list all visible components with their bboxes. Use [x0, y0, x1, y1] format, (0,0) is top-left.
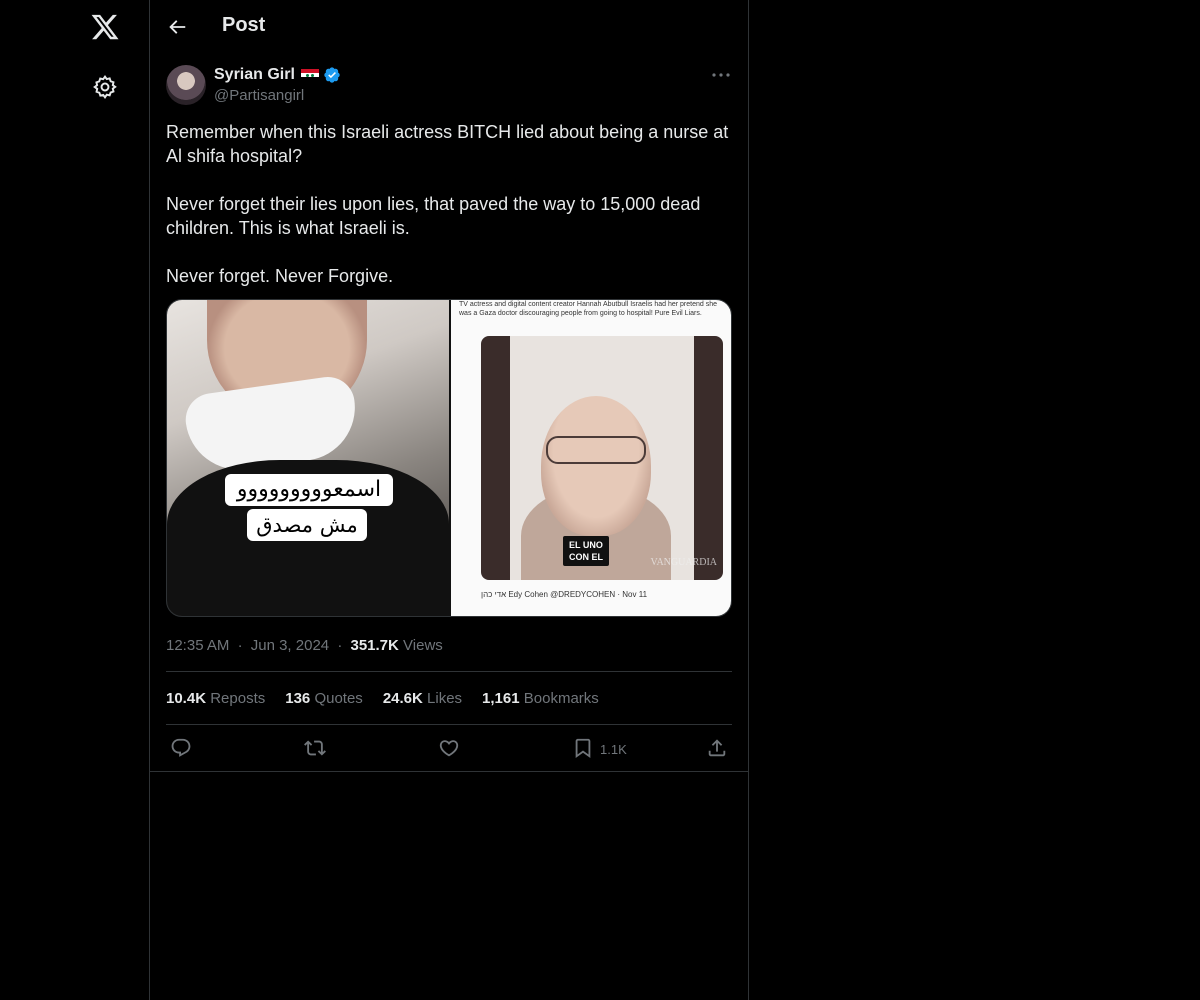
- x-logo-icon[interactable]: [90, 12, 120, 42]
- divider: [150, 771, 748, 772]
- reply-icon: [170, 737, 192, 762]
- main-column: Post Syrian Girl @Partisangirl Remember …: [149, 0, 749, 1000]
- bookmark-button[interactable]: 1.1K: [572, 736, 627, 762]
- quotes-label: Quotes: [314, 690, 363, 707]
- video-badge-line1: EL UNO: [569, 540, 603, 550]
- media-image-left[interactable]: اسمعووووووووو مش مصدق: [167, 300, 449, 616]
- share-icon: [706, 737, 728, 762]
- author-handle[interactable]: @Partisangirl: [214, 87, 341, 104]
- more-options-icon[interactable]: [710, 66, 732, 84]
- watermark: VANGUARDIA: [650, 557, 717, 568]
- likes-stat[interactable]: 24.6K Likes: [383, 690, 462, 707]
- meta-separator: ·: [337, 637, 343, 654]
- bookmarks-count: 1,161: [482, 690, 520, 707]
- avatar[interactable]: [166, 65, 206, 105]
- bookmark-icon: [572, 737, 594, 762]
- tweet-date[interactable]: Jun 3, 2024: [251, 637, 329, 654]
- divider: [166, 671, 732, 672]
- repost-icon: [304, 737, 326, 762]
- embedded-video: EL UNO CON EL VANGUARDIA: [481, 336, 723, 580]
- face-illustration: [541, 396, 651, 536]
- tweet-actions: 1.1K: [166, 736, 732, 762]
- tweet-text: Remember when this Israeli actress BITCH…: [166, 122, 729, 286]
- embedded-tweet-text: TV actress and digital content creator H…: [459, 301, 717, 317]
- tweet-media[interactable]: اسمعووووووووو مش مصدق TV actress and dig…: [166, 299, 732, 617]
- page-title: Post: [222, 14, 266, 36]
- reply-button[interactable]: [170, 736, 192, 762]
- arabic-caption-line1: اسمعووووووووو: [225, 474, 393, 506]
- reposts-stat[interactable]: 10.4K Reposts: [166, 690, 265, 707]
- views-label: Views: [403, 637, 443, 654]
- video-badge-line2: CON EL: [569, 552, 604, 562]
- like-button[interactable]: [438, 736, 460, 762]
- quotes-count: 136: [285, 690, 311, 707]
- glasses-illustration: [546, 436, 646, 464]
- arrow-left-icon[interactable]: [164, 14, 190, 40]
- page-header: Post: [150, 0, 748, 54]
- likes-label: Likes: [427, 690, 463, 707]
- bookmarks-stat[interactable]: 1,161 Bookmarks: [482, 690, 599, 707]
- left-navigation: [0, 0, 150, 1000]
- embedded-tweet-author: אדי כהן Edy Cohen @DREDYCOHEN · Nov 11: [481, 590, 648, 599]
- reposts-count: 10.4K: [166, 690, 207, 707]
- tweet-meta: 12:35 AM · Jun 3, 2024 · 351.7K Views: [166, 637, 443, 654]
- syria-flag-icon: [300, 69, 319, 81]
- share-button[interactable]: [706, 736, 728, 762]
- reposts-label: Reposts: [210, 690, 266, 707]
- views-count: 351.7K: [350, 637, 399, 654]
- heart-icon: [438, 737, 460, 762]
- author-block: Syrian Girl @Partisangirl: [214, 64, 341, 104]
- verified-badge-icon[interactable]: [323, 66, 341, 84]
- quotes-stat[interactable]: 136 Quotes: [285, 690, 363, 707]
- media-image-right[interactable]: TV actress and digital content creator H…: [451, 300, 731, 616]
- likes-count: 24.6K: [382, 690, 423, 707]
- repost-button[interactable]: [304, 736, 326, 762]
- divider: [166, 724, 732, 725]
- meta-separator: ·: [237, 637, 243, 654]
- bookmarks-label: Bookmarks: [523, 690, 599, 707]
- tweet-stats: 10.4K Reposts 136 Quotes 24.6K Likes 1,1…: [166, 690, 599, 707]
- video-badge: EL UNO CON EL: [563, 536, 610, 566]
- gear-icon[interactable]: [92, 74, 118, 100]
- author-name[interactable]: Syrian Girl: [214, 66, 295, 84]
- bookmark-count: 1.1K: [600, 741, 627, 757]
- tweet-time[interactable]: 12:35 AM: [166, 637, 229, 654]
- arabic-caption-line2: مش مصدق: [247, 509, 367, 541]
